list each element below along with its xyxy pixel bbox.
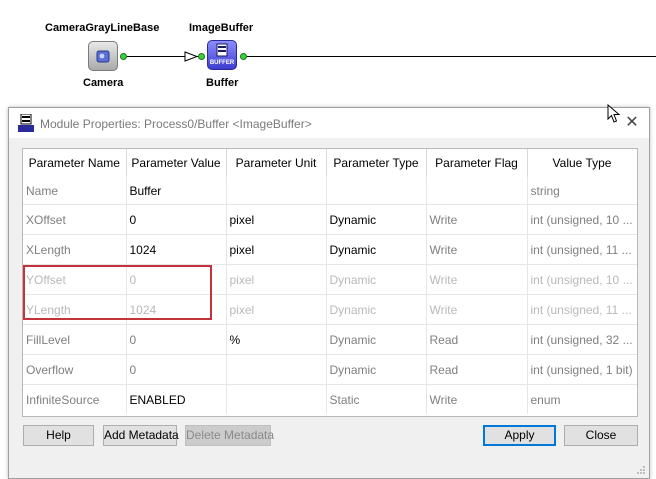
delete-metadata-button[interactable]: Delete Metadata: [185, 425, 274, 446]
help-button[interactable]: Help: [23, 425, 94, 446]
cell-parameter-type: Static: [326, 384, 427, 414]
cell-parameter-flag: Write: [426, 384, 528, 414]
cell-parameter-unit: %: [226, 324, 327, 355]
module-properties-dialog: Module Properties: Process0/Buffer <Imag…: [8, 107, 650, 479]
cell-parameter-unit: [226, 354, 327, 385]
buffer-input-port[interactable]: [198, 53, 205, 60]
cell-parameter-flag: Read: [426, 354, 528, 385]
cell-value-type: string: [527, 177, 637, 205]
cell-parameter-type: [326, 177, 427, 205]
cell-value-type: int (unsigned, 10 ...: [527, 204, 637, 235]
buffer-node-label: Buffer: [206, 77, 239, 89]
cell-parameter-flag: Write: [426, 264, 528, 295]
apply-button[interactable]: Apply: [483, 425, 556, 446]
dialog-titlebar[interactable]: Module Properties: Process0/Buffer <Imag…: [9, 108, 649, 138]
cell-parameter-name: XLength: [23, 234, 127, 265]
cell-parameter-flag: [426, 177, 528, 205]
table-row-infinitesource[interactable]: InfiniteSource ENABLED Static Write enum: [23, 384, 637, 414]
cell-parameter-type: Dynamic: [326, 354, 427, 385]
column-header-parameter-unit[interactable]: Parameter Unit: [226, 149, 327, 177]
table-row-filllevel[interactable]: FillLevel 0 % Dynamic Read int (unsigned…: [23, 324, 637, 355]
cell-parameter-value[interactable]: Buffer: [126, 177, 227, 205]
cell-parameter-unit: pixel: [226, 234, 327, 265]
close-icon[interactable]: ✕: [623, 114, 641, 132]
cell-parameter-name: XOffset: [23, 204, 127, 235]
table-row-name[interactable]: Name Buffer string: [23, 177, 637, 205]
cell-parameter-name: Name: [23, 177, 127, 205]
camera-node-title: CameraGrayLineBase: [45, 22, 160, 34]
buffer-icon-text: BUFFER: [210, 60, 235, 66]
cell-parameter-unit: [226, 384, 327, 414]
cell-parameter-type: Dynamic: [326, 264, 427, 295]
close-button[interactable]: Close: [564, 425, 638, 446]
cell-value-type: int (unsigned, 1 bit): [527, 354, 637, 385]
table-row-overflow[interactable]: Overflow 0 Dynamic Read int (unsigned, 1…: [23, 354, 637, 385]
dialog-title: Module Properties: Process0/Buffer <Imag…: [40, 117, 312, 131]
cell-value-type: int (unsigned, 11 ...: [527, 294, 637, 325]
cell-parameter-value: 0: [126, 354, 227, 385]
cell-parameter-value[interactable]: 1024: [126, 234, 227, 265]
column-header-value-type[interactable]: Value Type: [527, 149, 637, 177]
mouse-cursor-icon: [607, 104, 621, 123]
cell-parameter-name: Overflow: [23, 354, 127, 385]
cell-parameter-flag: Read: [426, 324, 528, 355]
cell-parameter-unit: pixel: [226, 264, 327, 295]
cell-parameter-type: Dynamic: [326, 294, 427, 325]
cell-value-type: int (unsigned, 10 ...: [527, 264, 637, 295]
cell-parameter-type: Dynamic: [326, 234, 427, 265]
buffer-module-icon[interactable]: BUFFER: [207, 40, 237, 70]
column-header-parameter-type[interactable]: Parameter Type: [326, 149, 427, 177]
camera-module-icon[interactable]: [88, 41, 118, 71]
cell-value-type: int (unsigned, 32 ...: [527, 324, 637, 355]
cell-parameter-flag: Write: [426, 234, 528, 265]
table-header: Parameter Name Parameter Value Parameter…: [23, 149, 637, 177]
cell-parameter-unit: pixel: [226, 204, 327, 235]
cell-parameter-type: Dynamic: [326, 324, 427, 355]
cell-parameter-value[interactable]: 0: [126, 204, 227, 235]
cell-parameter-unit: [226, 177, 327, 205]
cell-parameter-value[interactable]: ENABLED: [126, 384, 227, 414]
buffer-output-port[interactable]: [240, 53, 247, 60]
table-row-xoffset[interactable]: XOffset 0 pixel Dynamic Write int (unsig…: [23, 204, 637, 235]
add-metadata-button[interactable]: Add Metadata: [103, 425, 179, 446]
cell-parameter-type: Dynamic: [326, 204, 427, 235]
table-row-xlength[interactable]: XLength 1024 pixel Dynamic Write int (un…: [23, 234, 637, 265]
camera-node-label: Camera: [83, 77, 124, 89]
cell-value-type: enum: [527, 384, 637, 414]
cell-parameter-value: 0: [126, 324, 227, 355]
buffer-node-title: ImageBuffer: [189, 22, 254, 34]
column-header-parameter-name[interactable]: Parameter Name: [23, 149, 127, 177]
column-header-parameter-flag[interactable]: Parameter Flag: [426, 149, 528, 177]
cell-parameter-name: InfiniteSource: [23, 384, 127, 414]
column-header-parameter-value[interactable]: Parameter Value: [126, 149, 227, 177]
cell-parameter-flag: Write: [426, 204, 528, 235]
cell-parameter-unit: pixel: [226, 294, 327, 325]
cell-parameter-flag: Write: [426, 294, 528, 325]
highlight-box: [23, 265, 212, 320]
buffer-module-icon: [18, 113, 34, 132]
camera-output-port[interactable]: [120, 53, 127, 60]
cell-parameter-name: FillLevel: [23, 324, 127, 355]
connection-arrow-icon: [184, 51, 198, 62]
resize-grip-icon[interactable]: [636, 465, 646, 475]
cell-value-type: int (unsigned, 11 ...: [527, 234, 637, 265]
output-wire[interactable]: [247, 56, 656, 57]
